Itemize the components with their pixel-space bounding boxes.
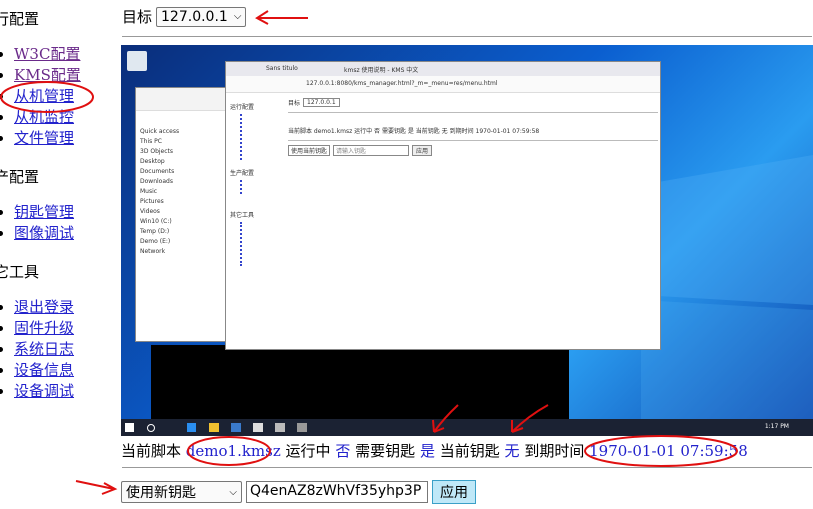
highlight-circle-icon — [584, 435, 738, 467]
highlight-circle-icon — [0, 81, 94, 113]
highlight-circle-icon — [187, 436, 271, 466]
arrow-icon — [432, 404, 459, 433]
annotation-overlay — [0, 10, 738, 495]
arrow-icon — [75, 480, 118, 495]
arrow-icon — [511, 404, 549, 433]
arrow-icon — [255, 10, 308, 25]
